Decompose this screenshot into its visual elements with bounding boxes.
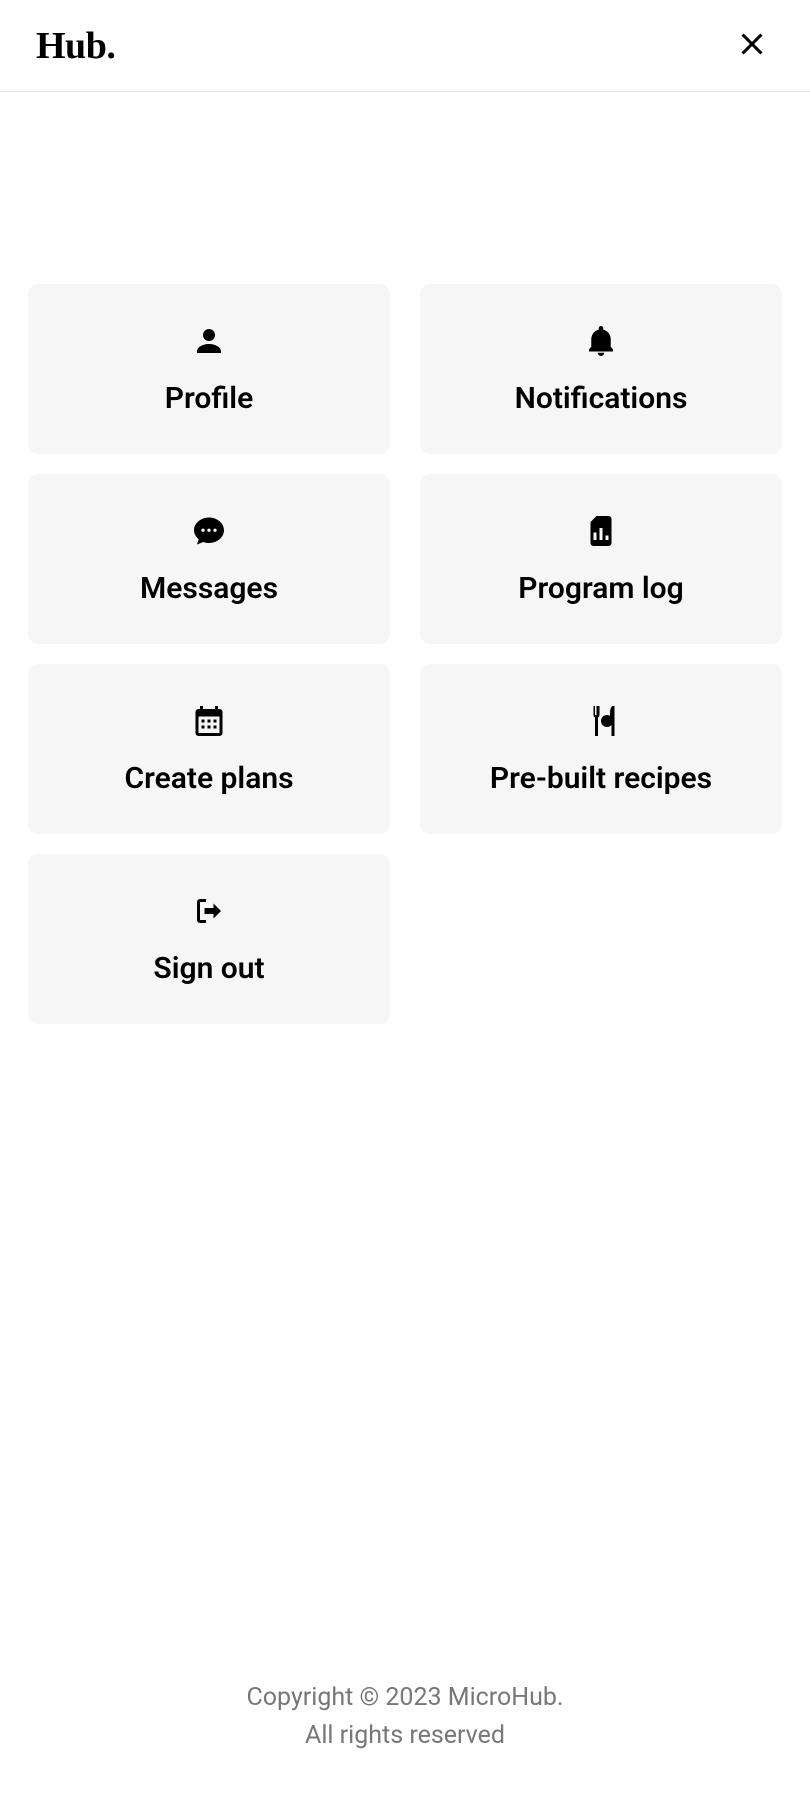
close-button[interactable]	[730, 22, 774, 69]
sim-icon	[583, 513, 619, 549]
menu-tile-label: Sign out	[153, 951, 264, 986]
app-logo: Hub.	[36, 27, 115, 65]
footer-line-2: All rights reserved	[0, 1717, 810, 1756]
menu-tile-sign-out[interactable]: Sign out	[28, 854, 390, 1024]
calendar-icon	[191, 703, 227, 739]
signout-icon	[191, 893, 227, 929]
footer-line-1: Copyright © 2023 MicroHub.	[0, 1679, 810, 1718]
menu-tile-label: Program log	[518, 571, 683, 606]
menu-tile-profile[interactable]: Profile	[28, 284, 390, 454]
menu-tile-label: Create plans	[124, 761, 293, 796]
app-header: Hub.	[0, 0, 810, 92]
menu-tile-label: Pre-built recipes	[490, 761, 712, 796]
menu-tile-messages[interactable]: Messages	[28, 474, 390, 644]
chat-icon	[191, 513, 227, 549]
menu-tile-label: Notifications	[515, 381, 688, 416]
page-footer: Copyright © 2023 MicroHub. All rights re…	[0, 1679, 810, 1820]
meal-icon	[583, 703, 619, 739]
menu-grid: Profile Notifications Messages Program l…	[28, 284, 782, 1024]
menu-tile-label: Messages	[140, 571, 278, 606]
menu-tile-notifications[interactable]: Notifications	[420, 284, 782, 454]
menu-grid-wrap: Profile Notifications Messages Program l…	[0, 92, 810, 1820]
person-icon	[191, 323, 227, 359]
close-icon	[734, 26, 770, 65]
menu-tile-recipes[interactable]: Pre-built recipes	[420, 664, 782, 834]
menu-tile-program-log[interactable]: Program log	[420, 474, 782, 644]
bell-icon	[583, 323, 619, 359]
menu-tile-create-plans[interactable]: Create plans	[28, 664, 390, 834]
menu-tile-label: Profile	[165, 381, 253, 416]
